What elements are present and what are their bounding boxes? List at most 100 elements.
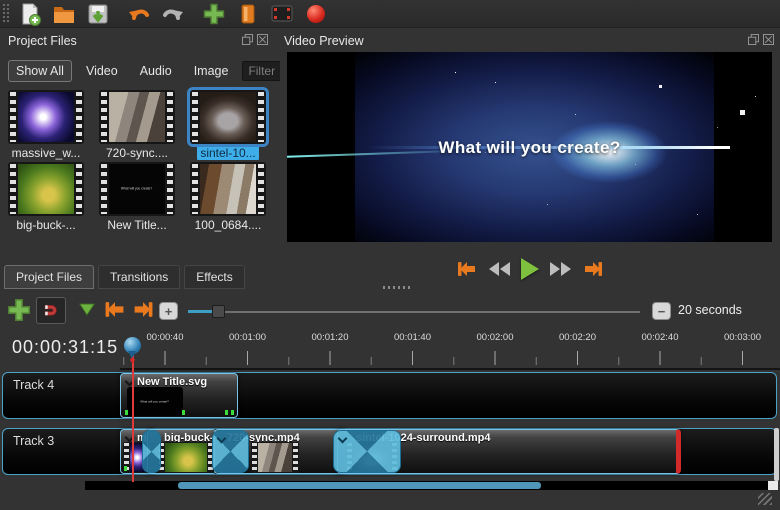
file-thumbnail: What will you create? [99, 162, 175, 216]
file-thumbnail [8, 162, 84, 216]
zoom-slider[interactable] [188, 311, 640, 313]
tab-transitions[interactable]: Transitions [98, 265, 180, 289]
snapping-toggle-button[interactable] [36, 297, 66, 324]
ruler-minor-ticks [120, 357, 780, 365]
jump-to-end-button[interactable] [582, 257, 604, 281]
jump-to-end-icon [582, 259, 604, 279]
timeline-toolbar: + − 20 seconds [0, 295, 780, 327]
file-item-big-buck[interactable]: big-buck-... [6, 162, 86, 234]
float-panel-icon[interactable] [748, 34, 759, 45]
toolbar-drag-handle[interactable] [3, 4, 10, 24]
tab-effects[interactable]: Effects [184, 265, 244, 289]
project-files-panel-controls [242, 34, 268, 45]
file-label: big-buck-... [16, 218, 75, 232]
preview-title-text: What will you create? [287, 138, 772, 158]
transport-controls [280, 254, 780, 284]
export-video-button[interactable] [302, 1, 329, 27]
bottom-tab-bar: Project Files Transitions Effects [4, 265, 245, 289]
next-marker-button[interactable] [131, 299, 155, 320]
transition-1[interactable] [142, 430, 161, 473]
fullscreen-button[interactable] [268, 1, 295, 27]
timeline-horizontal-scrollbar[interactable] [85, 481, 768, 490]
file-item-massive[interactable]: massive_w... [6, 90, 86, 162]
file-thumbnail [8, 90, 84, 144]
open-project-button[interactable] [50, 1, 77, 27]
float-panel-icon[interactable] [242, 34, 253, 45]
fast-forward-icon [550, 262, 571, 276]
file-item-sintel[interactable]: sintel-10... [188, 90, 268, 162]
play-icon [521, 258, 539, 280]
timeline-ruler[interactable]: 00:00:40 00:01:00 00:01:20 00:01:40 00:0… [120, 330, 780, 370]
window-resize-grip[interactable] [758, 493, 772, 505]
file-item-new-title[interactable]: What will you create? New Title... [97, 162, 177, 234]
scrollbar-stepper[interactable] [768, 481, 778, 490]
panel-splitter-handle[interactable] [383, 286, 411, 289]
openshot-window: Project Files Show All Video Audio Image [0, 0, 780, 510]
clip-thumbnail [158, 442, 214, 473]
new-project-button[interactable] [16, 1, 43, 27]
timeline-horizontal-scrollbar-thumb[interactable] [178, 482, 541, 489]
playhead-handle[interactable] [124, 337, 141, 354]
clip-thumbnail [251, 442, 299, 473]
add-marker-icon [78, 302, 96, 317]
zoom-out-button[interactable]: − [652, 302, 671, 320]
timeline-section: + − 20 seconds 00:00:31:15 00:00:40 00:0… [0, 293, 780, 510]
zoom-in-button[interactable]: + [159, 302, 178, 320]
video-preview-panel-controls [748, 34, 774, 45]
ruler-label: 00:02:00 [477, 332, 514, 343]
fullscreen-icon [270, 2, 294, 26]
ruler-label: 00:03:00 [724, 332, 761, 343]
filter-image-button[interactable]: Image [186, 60, 237, 82]
playhead-timecode: 00:00:31:15 [12, 337, 118, 358]
previous-marker-button[interactable] [103, 299, 127, 320]
rewind-button[interactable] [489, 257, 510, 281]
clip-new-title[interactable]: New Title.svg What will you create? [120, 373, 238, 418]
export-video-icon [307, 5, 325, 23]
import-files-icon [202, 2, 226, 26]
next-marker-icon [131, 299, 155, 320]
file-item-720-sync[interactable]: 720-sync.... [97, 90, 177, 162]
filter-show-all-button[interactable]: Show All [8, 60, 72, 82]
tab-project-files[interactable]: Project Files [4, 265, 94, 289]
file-filter-bar: Show All Video Audio Image [8, 59, 310, 83]
add-track-icon [6, 297, 32, 323]
transition-2[interactable] [212, 430, 249, 473]
new-project-icon [18, 2, 42, 26]
save-project-button[interactable] [84, 1, 111, 27]
fast-forward-button[interactable] [550, 257, 571, 281]
clip-thumbnail: What will you create? [127, 387, 183, 416]
snapping-magnet-icon [42, 301, 61, 320]
file-label: massive_w... [12, 146, 81, 160]
track-3-label: Track 3 [13, 434, 54, 448]
timeline-scale-label: 20 seconds [678, 303, 742, 317]
starfield [455, 72, 456, 73]
close-panel-icon[interactable] [763, 34, 774, 45]
choose-profile-button[interactable] [234, 1, 261, 27]
transition-menu-chevron-icon[interactable] [217, 434, 227, 444]
file-item-100-0684[interactable]: 100_0684.... [188, 162, 268, 234]
add-marker-button[interactable] [78, 302, 96, 317]
transition-3[interactable] [333, 430, 401, 473]
redo-button[interactable] [159, 1, 186, 27]
ruler-label: 00:00:40 [147, 332, 184, 343]
file-label: 100_0684.... [195, 218, 262, 232]
close-panel-icon[interactable] [257, 34, 268, 45]
keyframe-indicator [125, 410, 128, 415]
add-track-button[interactable] [6, 297, 32, 323]
zoom-slider-handle[interactable] [212, 305, 225, 318]
filter-audio-button[interactable]: Audio [132, 60, 180, 82]
play-button[interactable] [521, 257, 539, 281]
import-files-button[interactable] [200, 1, 227, 27]
save-project-icon [86, 2, 110, 26]
transition-menu-chevron-icon[interactable] [338, 434, 348, 444]
video-preview-panel: Video Preview What will you create? [280, 28, 780, 293]
jump-to-start-icon [456, 259, 478, 279]
filter-video-button[interactable]: Video [78, 60, 126, 82]
main-toolbar [0, 0, 780, 28]
track-4-row: Track 4 New Title.svg What will you crea… [2, 372, 777, 419]
keyframe-indicator [231, 410, 234, 415]
undo-button[interactable] [125, 1, 152, 27]
project-files-panel-title: Project Files [8, 34, 77, 48]
jump-to-start-button[interactable] [456, 257, 478, 281]
timeline-vertical-scrollbar-thumb[interactable] [774, 428, 779, 481]
